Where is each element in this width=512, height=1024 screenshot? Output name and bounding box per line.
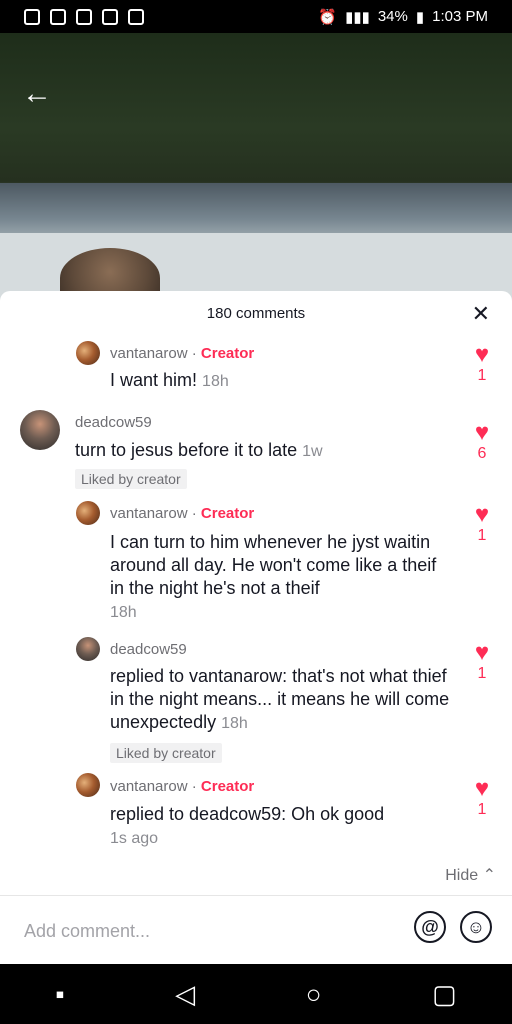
overview-square-icon[interactable]: ▢ <box>432 979 457 1010</box>
divider <box>0 895 512 896</box>
back-arrow-icon[interactable]: ← <box>22 79 52 109</box>
download-icon <box>102 8 118 25</box>
comment-time: 1s ago <box>110 830 159 847</box>
liked-by-creator-tag: Liked by creator <box>75 469 187 489</box>
comment-text: replied to vantanarow: that's not what t… <box>110 665 455 735</box>
like-button[interactable]: ♥ 1 <box>467 343 497 385</box>
heart-icon[interactable]: ♥ <box>475 419 489 446</box>
like-button[interactable]: ♥ 1 <box>467 641 497 683</box>
avatar[interactable] <box>76 637 100 661</box>
like-button[interactable]: ♥ 1 <box>467 777 497 819</box>
like-count: 6 <box>477 445 487 462</box>
add-comment-input[interactable]: Add comment... <box>24 921 150 942</box>
comment-username-row: vantanarow · Creator <box>110 505 254 522</box>
battery-icon: ▮ <box>415 8 425 26</box>
hide-replies-button[interactable]: Hide ⌃ <box>445 865 496 885</box>
username[interactable]: vantanarow <box>110 505 188 522</box>
comments-count: 180 comments <box>206 305 306 322</box>
mention-icon[interactable]: @ <box>414 911 446 943</box>
comment-text: replied to deadcow59: Oh ok good 1s ago <box>110 803 455 850</box>
separator: · <box>191 505 197 522</box>
emoji-icon[interactable]: ☺ <box>460 911 492 943</box>
heart-icon[interactable]: ♥ <box>475 501 489 528</box>
comment-time: 18h <box>110 604 137 621</box>
like-count: 1 <box>477 665 487 682</box>
save-icon <box>128 8 144 25</box>
battery-percent: 34% <box>377 8 408 25</box>
username[interactable]: deadcow59 <box>110 641 187 658</box>
creator-badge: Creator <box>200 778 255 795</box>
instagram-icon <box>24 8 40 25</box>
signal-icon: ▮▮▮ <box>345 8 370 26</box>
comment-text: I want him! 18h <box>110 369 440 393</box>
android-nav-bar: ▪ ◁ ○ ▢ <box>0 964 512 1024</box>
avatar[interactable] <box>76 501 100 525</box>
video-background[interactable]: ← <box>0 33 512 303</box>
heart-icon[interactable]: ♥ <box>475 775 489 802</box>
alarm-icon: ⏰ <box>318 8 338 26</box>
comment-username-row: vantanarow · Creator <box>110 345 254 362</box>
back-triangle-icon[interactable]: ◁ <box>175 979 195 1010</box>
comment-text: I can turn to him whenever he jyst waiti… <box>110 531 455 624</box>
comment-time: 18h <box>202 373 229 390</box>
chevron-up-icon: ⌃ <box>482 867 496 884</box>
close-icon[interactable]: ✕ <box>472 301 490 327</box>
comment-body: I want him! <box>110 370 198 390</box>
notification-icons <box>24 8 144 25</box>
comment-text: turn to jesus before it to late 1w <box>75 439 445 463</box>
image-icon <box>76 8 92 25</box>
comment-username-row: vantanarow · Creator <box>110 778 254 795</box>
clock: 1:03 PM <box>432 8 488 25</box>
separator: · <box>191 345 197 362</box>
separator: · <box>191 778 197 795</box>
comment-body: replied to deadcow59: Oh ok good <box>110 804 385 824</box>
recents-dot-icon[interactable]: ▪ <box>55 979 64 1010</box>
comment-time: 1w <box>302 443 323 460</box>
username[interactable]: deadcow59 <box>75 414 152 431</box>
like-button[interactable]: ♥ 6 <box>467 421 497 463</box>
heart-icon[interactable]: ♥ <box>475 639 489 666</box>
liked-by-creator-tag: Liked by creator <box>110 743 222 763</box>
avatar[interactable] <box>76 773 100 797</box>
comment-body: I can turn to him whenever he jyst waiti… <box>110 532 437 598</box>
avatar[interactable] <box>76 341 100 365</box>
avatar[interactable] <box>20 410 60 450</box>
comment-body: replied to vantanarow: that's not what t… <box>110 666 450 732</box>
home-circle-icon[interactable]: ○ <box>306 979 322 1010</box>
heart-icon[interactable]: ♥ <box>475 341 489 368</box>
creator-badge: Creator <box>200 345 255 362</box>
like-button[interactable]: ♥ 1 <box>467 503 497 545</box>
creator-badge: Creator <box>200 505 255 522</box>
message-icon <box>50 8 66 25</box>
hide-label: Hide <box>445 867 479 884</box>
comment-time: 18h <box>221 715 248 732</box>
comment-body: turn to jesus before it to late <box>75 440 298 460</box>
like-count: 1 <box>477 801 487 818</box>
username[interactable]: vantanarow <box>110 778 188 795</box>
username[interactable]: vantanarow <box>110 345 188 362</box>
comments-sheet: 180 comments ✕ vantanarow · Creator I wa… <box>0 291 512 964</box>
like-count: 1 <box>477 527 487 544</box>
like-count: 1 <box>477 367 487 384</box>
status-bar: ⏰ ▮▮▮ 34% ▮ 1:03 PM <box>0 0 512 33</box>
